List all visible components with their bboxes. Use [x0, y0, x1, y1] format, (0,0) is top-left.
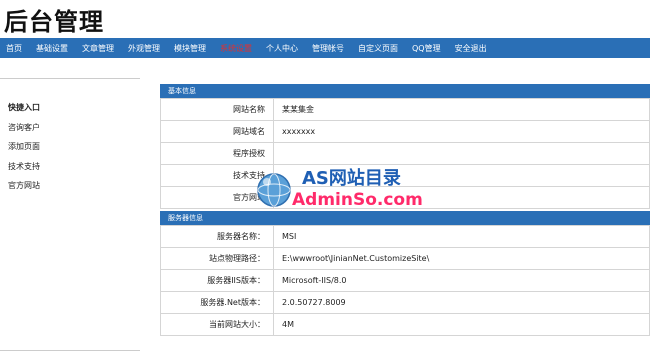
table-row: 网站域名 xxxxxxx: [160, 120, 650, 143]
top-nav: 首页 基础设置 文章管理 外观管理 模块管理 系统设置 个人中心 管理帐号 自定…: [0, 38, 650, 58]
nav-item-articles[interactable]: 文章管理: [82, 43, 114, 54]
row-value: 某某集金: [273, 98, 650, 121]
table-row: 当前网站大小： 4M: [160, 313, 650, 336]
nav-item-logout[interactable]: 安全退出: [455, 43, 487, 54]
row-value: MSI: [273, 225, 650, 248]
row-key: 网站名称: [160, 98, 274, 121]
table-row: 服务器名称： MSI: [160, 225, 650, 248]
sidebar-item-official-site[interactable]: 官方网站: [0, 176, 140, 196]
nav-item-custom-pages[interactable]: 自定义页面: [358, 43, 398, 54]
row-value: Microsoft-IIS/8.0: [273, 269, 650, 292]
watermark-line1: AS网站目录: [302, 168, 401, 189]
row-key: 服务器IIS版本：: [160, 269, 274, 292]
section-title-basic-info: 基本信息: [160, 84, 650, 98]
row-key: 当前网站大小：: [160, 313, 274, 336]
watermark-logo: AS网站目录 AdminSo.com: [250, 160, 440, 220]
row-value: 2.0.50727.8009: [273, 291, 650, 314]
watermark-line2: AdminSo.com: [292, 190, 423, 210]
row-value: E:\wwwroot\JinianNet.CustomizeSite\: [273, 247, 650, 270]
row-key: 服务器名称：: [160, 225, 274, 248]
sidebar-bottom-divider: [0, 350, 140, 351]
nav-item-appearance[interactable]: 外观管理: [128, 43, 160, 54]
nav-item-home[interactable]: 首页: [6, 43, 22, 54]
table-row: 站点物理路径： E:\wwwroot\JinianNet.CustomizeSi…: [160, 247, 650, 270]
sidebar-divider: [0, 78, 140, 79]
server-info-table: 服务器名称： MSI 站点物理路径： E:\wwwroot\JinianNet.…: [160, 225, 650, 336]
nav-item-system-settings[interactable]: 系统设置: [220, 43, 252, 54]
sidebar-item-consult[interactable]: 咨询客户: [0, 118, 140, 138]
row-key: 网站域名: [160, 120, 274, 143]
nav-item-accounts[interactable]: 管理帐号: [312, 43, 344, 54]
app-title: 后台管理: [4, 8, 104, 36]
table-row: 服务器IIS版本： Microsoft-IIS/8.0: [160, 269, 650, 292]
sidebar-item-support[interactable]: 技术支持: [0, 157, 140, 177]
table-row: 服务器.Net版本： 2.0.50727.8009: [160, 291, 650, 314]
table-row: 网站名称 某某集金: [160, 98, 650, 121]
row-key: 服务器.Net版本：: [160, 291, 274, 314]
row-value: xxxxxxx: [273, 120, 650, 143]
sidebar-heading-shortcuts: 快捷入口: [8, 103, 40, 112]
sidebar: 快捷入口 咨询客户 添加页面 技术支持 官方网站: [0, 98, 140, 196]
nav-item-modules[interactable]: 模块管理: [174, 43, 206, 54]
row-key: 站点物理路径：: [160, 247, 274, 270]
sidebar-item-add-page[interactable]: 添加页面: [0, 137, 140, 157]
nav-item-personal-center[interactable]: 个人中心: [266, 43, 298, 54]
nav-item-qq-management[interactable]: QQ管理: [412, 43, 441, 54]
globe-icon: [257, 173, 291, 207]
nav-item-basic-settings[interactable]: 基础设置: [36, 43, 68, 54]
row-value: 4M: [273, 313, 650, 336]
header: 后台管理: [0, 0, 650, 38]
